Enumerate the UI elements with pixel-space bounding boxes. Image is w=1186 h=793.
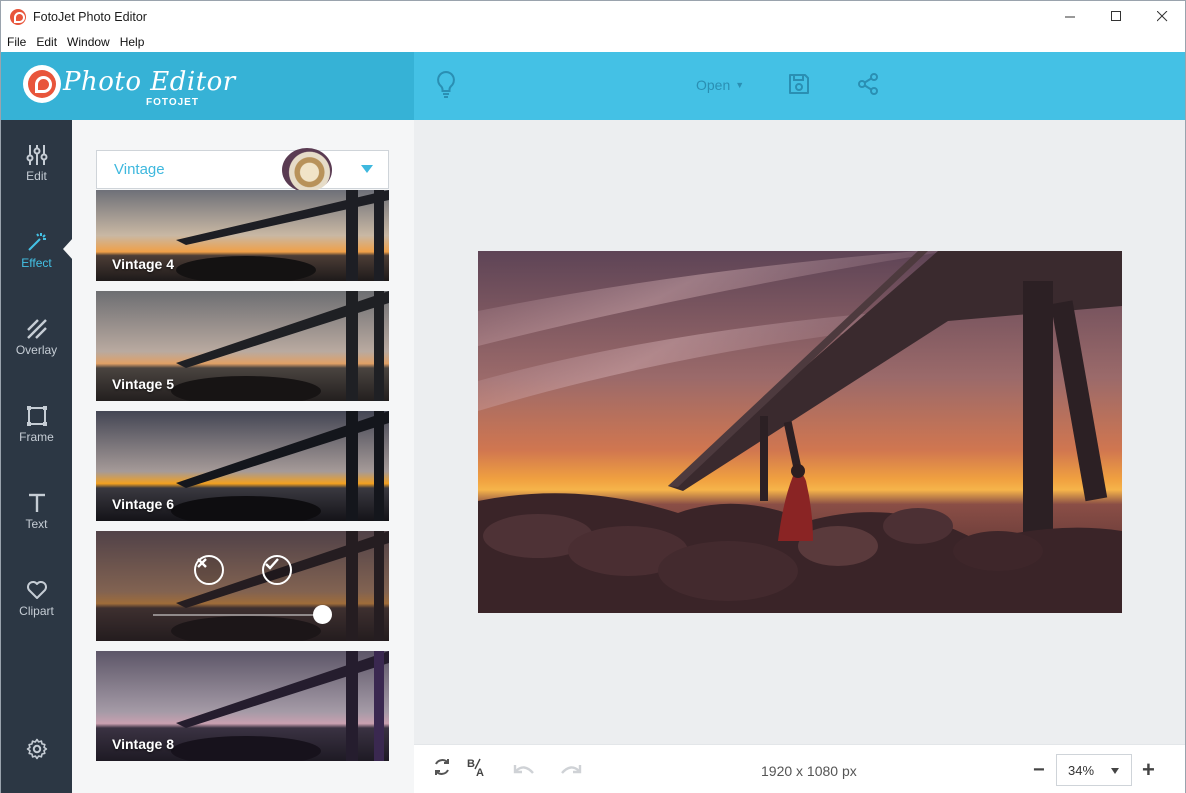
undo-icon[interactable] xyxy=(512,761,536,784)
minimize-icon xyxy=(1064,16,1075,18)
nav-frame[interactable]: Frame xyxy=(1,405,72,465)
heart-icon xyxy=(26,581,47,599)
lightbulb-icon[interactable] xyxy=(434,70,458,105)
nav-text[interactable]: Text xyxy=(1,492,72,552)
svg-text:A: A xyxy=(476,767,484,777)
effect-label: Vintage 6 xyxy=(112,496,174,512)
intensity-slider-track[interactable] xyxy=(153,614,323,616)
nav-edit-label: Edit xyxy=(26,169,47,183)
maximize-button[interactable] xyxy=(1093,1,1139,32)
effect-category-label: Vintage xyxy=(114,161,165,178)
effect-vintage-8[interactable]: Vintage 8 xyxy=(96,651,389,761)
zoom-out-button[interactable]: − xyxy=(1033,759,1045,782)
menu-bar: File Edit Window Help xyxy=(1,32,1185,52)
menu-window[interactable]: Window xyxy=(67,35,110,49)
checkmark-icon xyxy=(265,558,279,570)
effect-category-dropdown[interactable]: Vintage xyxy=(96,150,389,189)
nav-overlay-label: Overlay xyxy=(15,343,58,357)
share-icon[interactable] xyxy=(856,72,880,101)
menu-help[interactable]: Help xyxy=(120,35,145,49)
nav-edit[interactable]: Edit xyxy=(1,144,72,204)
compare-icon[interactable]: BA xyxy=(466,757,488,782)
effect-vintage-4[interactable]: Vintage 4 xyxy=(96,190,389,281)
redo-icon[interactable] xyxy=(559,761,583,784)
magic-wand-icon xyxy=(27,233,46,251)
zoom-value: 34% xyxy=(1068,762,1095,778)
effect-label: Vintage 8 xyxy=(112,736,174,752)
text-icon xyxy=(28,493,45,512)
frame-icon xyxy=(26,406,47,426)
maximize-icon xyxy=(1110,11,1121,21)
app-logo-icon xyxy=(10,8,26,25)
fotojet-logo-icon xyxy=(23,65,61,103)
apply-effect-button[interactable] xyxy=(262,555,292,585)
nav-frame-label: Frame xyxy=(19,430,54,444)
cancel-effect-button[interactable] xyxy=(194,555,224,585)
nav-clipart-label: Clipart xyxy=(19,604,54,618)
image-dimensions: 1920 x 1080 px xyxy=(761,763,857,779)
nav-effect[interactable]: Effect xyxy=(1,231,72,291)
svg-text:B: B xyxy=(467,758,475,770)
chevron-down-icon xyxy=(1111,768,1119,774)
window-title: FotoJet Photo Editor xyxy=(33,9,147,24)
minimize-button[interactable] xyxy=(1047,1,1093,32)
save-icon[interactable] xyxy=(787,72,811,101)
open-button[interactable]: Open ▼ xyxy=(696,77,744,93)
category-thumbnail xyxy=(282,148,332,192)
logo-title: Photo Editor xyxy=(63,67,236,97)
intensity-slider-handle[interactable] xyxy=(313,605,332,624)
zoom-select[interactable]: 34% xyxy=(1056,754,1132,786)
close-button[interactable] xyxy=(1139,1,1185,32)
effect-label: Vintage 5 xyxy=(112,376,174,392)
menu-edit[interactable]: Edit xyxy=(36,35,57,49)
chevron-down-icon[interactable] xyxy=(361,165,373,173)
edit-overlay xyxy=(96,531,389,641)
window-controls xyxy=(1047,1,1185,32)
effect-label: Vintage 4 xyxy=(112,256,174,272)
nav-effect-label: Effect xyxy=(21,256,52,270)
nav-clipart[interactable]: Clipart xyxy=(1,579,72,639)
effect-vintage-6[interactable]: Vintage 6 xyxy=(96,411,389,521)
sliders-icon xyxy=(26,145,47,165)
app-window: FotoJet Photo Editor File Edit Window He… xyxy=(0,0,1186,793)
reset-icon[interactable] xyxy=(432,757,452,782)
effect-vintage-5[interactable]: Vintage 5 xyxy=(96,291,389,401)
main-photo[interactable] xyxy=(478,251,1122,613)
gear-icon[interactable] xyxy=(26,738,48,765)
chevron-down-icon: ▼ xyxy=(735,80,745,90)
close-icon xyxy=(197,558,207,568)
close-icon xyxy=(1156,11,1167,22)
title-bar[interactable]: FotoJet Photo Editor xyxy=(1,1,1185,32)
menu-file[interactable]: File xyxy=(7,35,26,49)
zoom-in-button[interactable]: + xyxy=(1142,757,1155,783)
overlay-icon xyxy=(26,319,47,339)
effect-selected-editing[interactable] xyxy=(96,531,389,641)
nav-overlay[interactable]: Overlay xyxy=(1,318,72,378)
logo-subtitle: FOTOJET xyxy=(146,97,199,108)
nav-text-label: Text xyxy=(25,517,48,531)
open-label: Open xyxy=(696,77,731,93)
